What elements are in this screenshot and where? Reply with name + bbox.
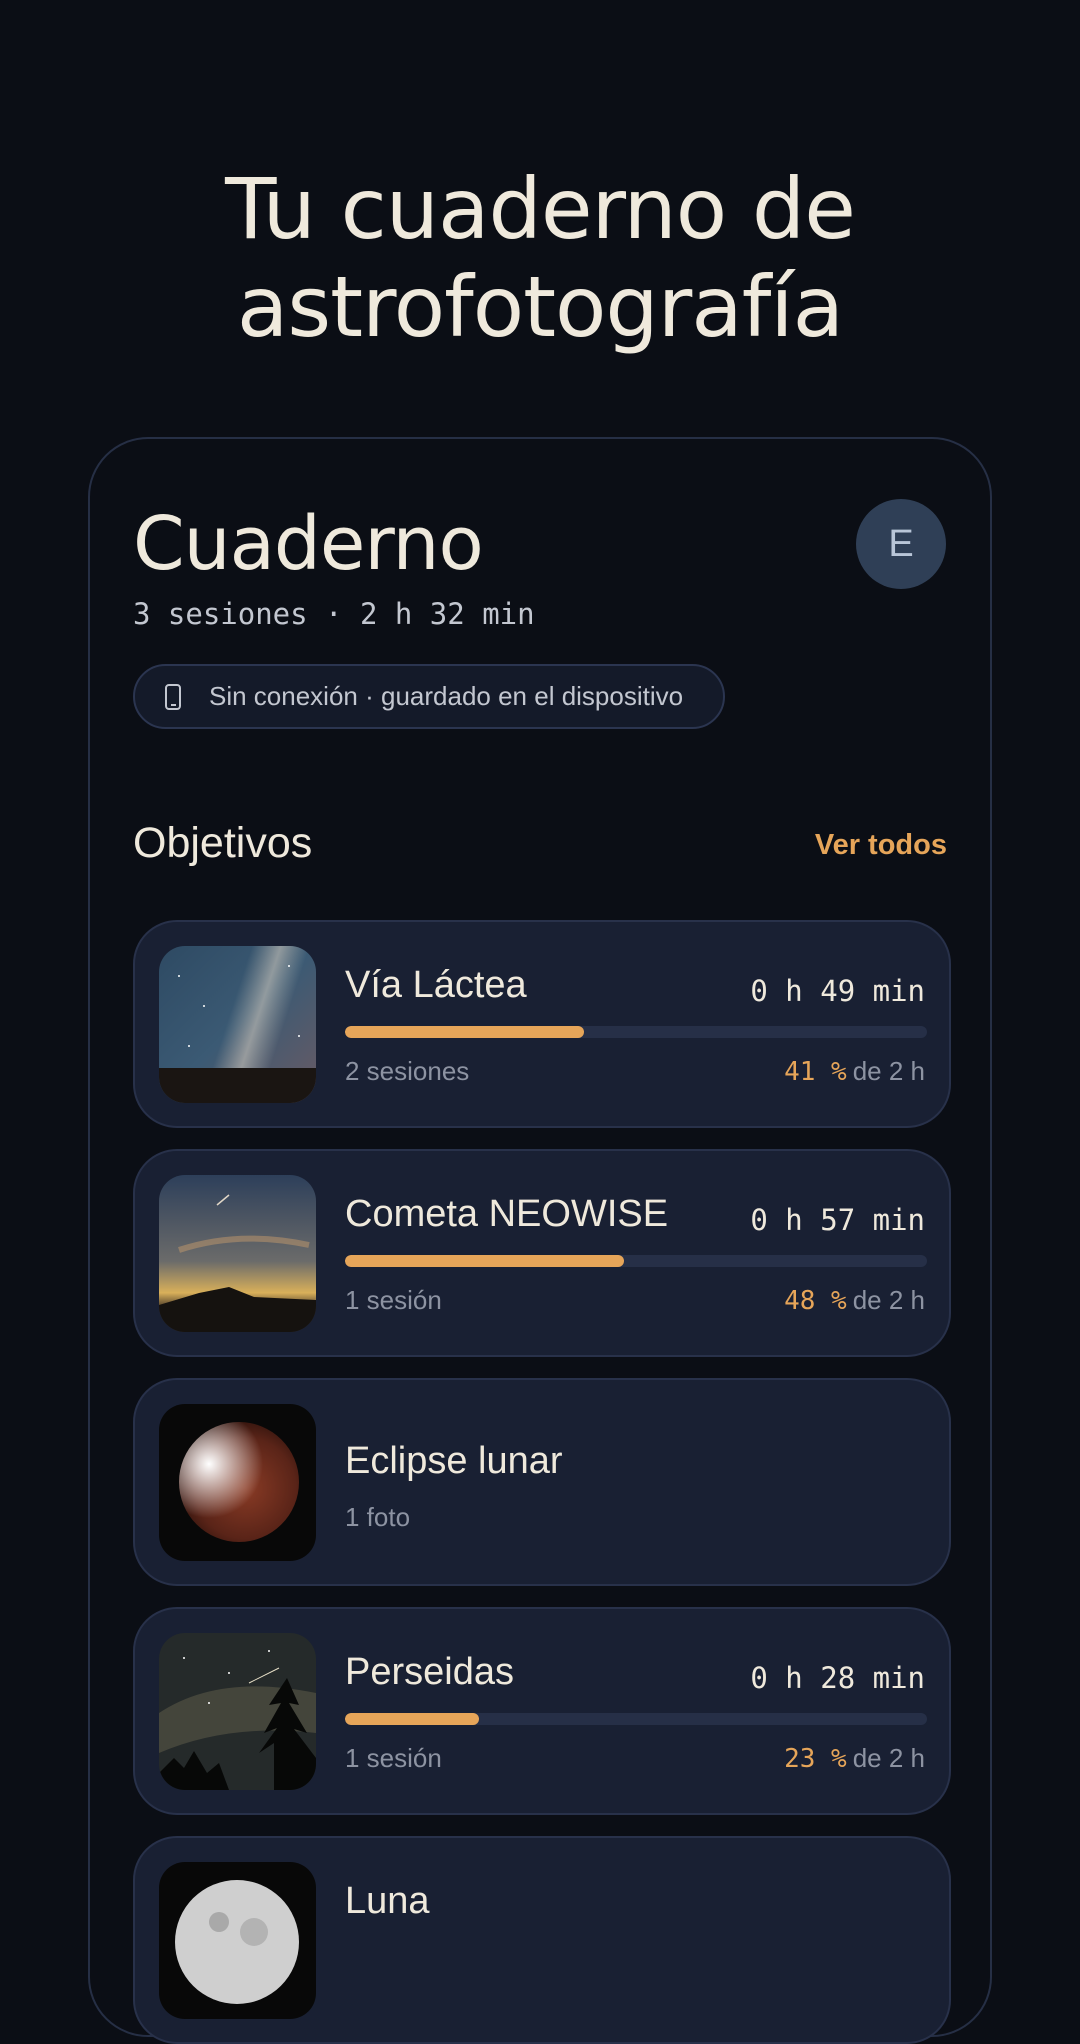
progress-bar bbox=[345, 1026, 927, 1038]
offline-status-badge: Sin conexión · guardado en el dispositiv… bbox=[133, 664, 725, 729]
objective-time: 0 h 28 min bbox=[750, 1661, 925, 1695]
goal-label: de 2 h bbox=[852, 1056, 925, 1086]
objective-name: Luna bbox=[345, 1880, 430, 1922]
objective-sessions: 1 sesión bbox=[345, 1743, 442, 1773]
objective-name: Vía Láctea bbox=[345, 964, 527, 1006]
smartphone-icon bbox=[165, 683, 181, 710]
objective-percentage: 23 % de 2 h bbox=[784, 1743, 925, 1774]
progress-bar bbox=[345, 1713, 927, 1725]
progress-fill bbox=[345, 1713, 479, 1725]
lunar-eclipse-photo bbox=[159, 1404, 316, 1561]
objective-name: Cometa NEOWISE bbox=[345, 1193, 669, 1235]
percent-value: 48 % bbox=[784, 1286, 847, 1316]
avatar[interactable]: E bbox=[856, 499, 946, 589]
hero-line-2: astrofotografía bbox=[236, 258, 844, 356]
moon-photo bbox=[159, 1862, 316, 2019]
hero-heading: Tu cuaderno de astrofotografía bbox=[0, 160, 1080, 356]
progress-bar bbox=[345, 1255, 927, 1267]
offline-status-label: Sin conexión · guardado en el dispositiv… bbox=[209, 681, 684, 711]
objective-card-eclipse-lunar[interactable]: Eclipse lunar 1 foto bbox=[133, 1378, 951, 1586]
objective-time: 0 h 49 min bbox=[750, 974, 925, 1008]
objective-percentage: 48 % de 2 h bbox=[784, 1285, 925, 1316]
objective-sessions: 1 sesión bbox=[345, 1285, 442, 1315]
objective-card-via-lactea[interactable]: Vía Láctea 0 h 49 min 2 sesiones 41 % de … bbox=[133, 920, 951, 1128]
objective-card-cometa-neowise[interactable]: Cometa NEOWISE 0 h 57 min 1 sesión 48 % d… bbox=[133, 1149, 951, 1357]
percent-value: 23 % bbox=[784, 1744, 847, 1774]
objective-name: Perseidas bbox=[345, 1651, 514, 1693]
progress-fill bbox=[345, 1255, 625, 1267]
progress-fill bbox=[345, 1026, 584, 1038]
percent-value: 41 % bbox=[784, 1057, 847, 1087]
objective-card-luna[interactable]: Luna bbox=[133, 1836, 951, 2044]
objective-name: Eclipse lunar bbox=[345, 1440, 563, 1482]
goal-label: de 2 h bbox=[852, 1743, 925, 1773]
objective-time: 0 h 57 min bbox=[750, 1203, 925, 1237]
comet-photo bbox=[159, 1175, 316, 1332]
session-summary: 3 sesiones · 2 h 32 min bbox=[133, 597, 535, 631]
hero-line-1: Tu cuaderno de bbox=[225, 160, 856, 258]
perseids-photo bbox=[159, 1633, 316, 1790]
objective-card-perseidas[interactable]: Perseidas 0 h 28 min 1 sesión 23 % de 2 h bbox=[133, 1607, 951, 1815]
page-title: Cuaderno bbox=[133, 501, 484, 587]
objective-percentage: 41 % de 2 h bbox=[784, 1056, 925, 1087]
objectives-heading: Objetivos bbox=[133, 819, 313, 867]
phone-frame: Cuaderno E 3 sesiones · 2 h 32 min Sin c… bbox=[88, 437, 992, 2044]
objective-photos: 1 foto bbox=[345, 1502, 411, 1532]
view-all-link[interactable]: Ver todos bbox=[815, 829, 947, 862]
goal-label: de 2 h bbox=[852, 1285, 925, 1315]
objective-sessions: 2 sesiones bbox=[345, 1056, 470, 1086]
milky-way-photo bbox=[159, 946, 316, 1103]
